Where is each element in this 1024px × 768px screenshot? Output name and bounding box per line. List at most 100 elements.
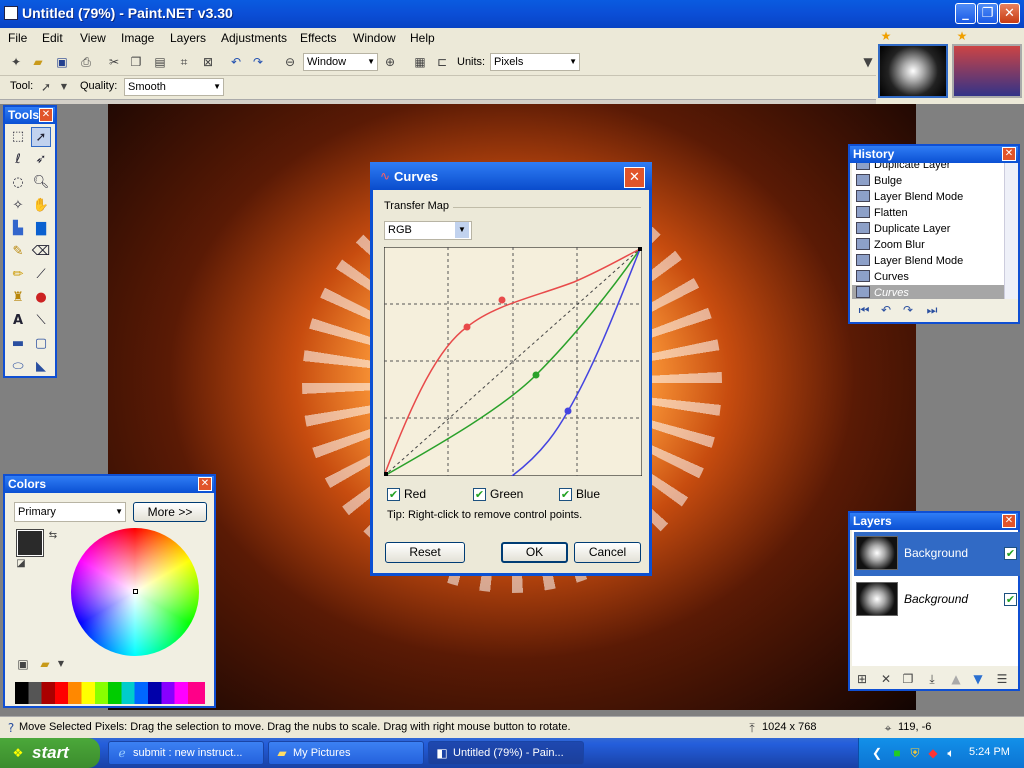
layers-panel-close-button[interactable]: ✕: [1002, 514, 1016, 528]
deselect-icon[interactable]: ⊠: [200, 54, 216, 70]
rectangle-select-tool-icon[interactable]: ⬚: [8, 127, 28, 147]
red-channel-checkbox[interactable]: ✔: [387, 488, 400, 501]
move-pixels-tool-icon[interactable]: ➚: [38, 79, 54, 95]
undo-icon[interactable]: ↶: [878, 302, 894, 318]
security-shield-icon[interactable]: ⛨: [907, 745, 923, 761]
maximize-button[interactable]: ❐: [977, 3, 998, 24]
taskbar-item-my-pictures[interactable]: My Pictures: [268, 741, 424, 765]
pan-hand-tool-icon[interactable]: ✋: [31, 196, 51, 216]
cancel-button[interactable]: Cancel: [574, 542, 641, 563]
toolbar-overflow-icon[interactable]: ▼: [860, 54, 876, 70]
menu-file[interactable]: File: [8, 31, 27, 45]
units-select[interactable]: Pixels ▼: [490, 53, 580, 71]
eraser-tool-icon[interactable]: ⌫: [31, 242, 51, 262]
speaker-icon[interactable]: 🔈︎: [943, 745, 959, 761]
color-mode-select[interactable]: Primary ▼: [14, 502, 126, 522]
zoom-in-icon[interactable]: ⊕: [382, 54, 398, 70]
layer-properties-icon[interactable]: ☰: [994, 671, 1010, 687]
blue-channel-checkbox[interactable]: ✔: [559, 488, 572, 501]
color-picker-tool-icon[interactable]: ⟋: [31, 265, 51, 285]
history-scrollbar[interactable]: [1004, 163, 1018, 299]
curves-dialog-close-button[interactable]: ✕: [624, 167, 645, 188]
palette-swatches[interactable]: [15, 682, 205, 704]
layer-visibility-checkbox[interactable]: ✔: [1004, 547, 1017, 560]
taskbar-item-browser[interactable]: submit : new instruct...: [108, 741, 264, 765]
history-item[interactable]: Bulge: [856, 173, 902, 189]
zoom-mode-select[interactable]: Window ▼: [303, 53, 378, 71]
undo-icon[interactable]: ↶: [228, 54, 244, 70]
chevron-down-icon[interactable]: ▼: [56, 79, 72, 95]
rounded-rectangle-tool-icon[interactable]: ▢: [31, 334, 51, 354]
delete-layer-icon[interactable]: ✕: [878, 671, 894, 687]
red-control-point[interactable]: [463, 323, 471, 331]
layer-row[interactable]: Background ✔: [854, 578, 1020, 622]
palette-icon[interactable]: ▣: [15, 656, 31, 672]
print-icon[interactable]: ⎙: [78, 54, 94, 70]
menu-view[interactable]: View: [80, 31, 106, 45]
image-thumbnail-2[interactable]: [952, 44, 1022, 98]
history-item[interactable]: Curves: [856, 269, 909, 285]
zoom-tool-icon[interactable]: 🔍︎: [31, 173, 51, 193]
paintbrush-tool-icon[interactable]: ✎: [8, 242, 28, 262]
fast-forward-icon[interactable]: ⏭: [924, 302, 940, 318]
save-icon[interactable]: ▣: [54, 54, 70, 70]
menu-image[interactable]: Image: [121, 31, 154, 45]
new-file-icon[interactable]: ✦: [8, 54, 24, 70]
redo-icon[interactable]: ↷: [250, 54, 266, 70]
gradient-tool-icon[interactable]: ▇: [31, 219, 51, 239]
recolor-tool-icon[interactable]: ●: [31, 288, 51, 308]
menu-adjustments[interactable]: Adjustments: [221, 31, 287, 45]
move-selection-tool-icon[interactable]: ➶: [31, 150, 51, 170]
merge-layer-down-icon[interactable]: ⤓: [924, 671, 940, 687]
red-control-point[interactable]: [498, 296, 506, 304]
zoom-out-icon[interactable]: ⊖: [282, 54, 298, 70]
move-selection-tool-icon[interactable]: ➚: [31, 127, 51, 147]
grid-icon[interactable]: ▦: [412, 54, 428, 70]
menu-effects[interactable]: Effects: [300, 31, 336, 45]
duplicate-layer-icon[interactable]: ❐: [900, 671, 916, 687]
cut-icon[interactable]: ✂: [106, 54, 122, 70]
rectangle-tool-icon[interactable]: ▬: [8, 334, 28, 354]
minimize-button[interactable]: _: [955, 3, 976, 24]
rulers-icon[interactable]: ⊏: [434, 54, 450, 70]
add-layer-icon[interactable]: ⊞: [854, 671, 870, 687]
rewind-icon[interactable]: ⏮: [856, 302, 872, 318]
tray-alert-icon[interactable]: ◆: [925, 745, 941, 761]
menu-window[interactable]: Window: [353, 31, 396, 45]
close-button[interactable]: ✕: [999, 3, 1020, 24]
menu-help[interactable]: Help: [410, 31, 435, 45]
history-panel-close-button[interactable]: ✕: [1002, 147, 1016, 161]
reset-colors-icon[interactable]: ◪: [13, 556, 29, 572]
history-item[interactable]: Duplicate Layer: [856, 163, 950, 173]
taskbar-item-paintnet[interactable]: Untitled (79%) - Pain...: [428, 741, 584, 765]
swap-colors-icon[interactable]: ⇆: [45, 528, 61, 544]
history-item[interactable]: Layer Blend Mode: [856, 253, 963, 269]
primary-color-swatch[interactable]: [16, 529, 44, 557]
paste-icon[interactable]: ▤: [152, 54, 168, 70]
line-curve-tool-icon[interactable]: ⟍: [31, 311, 51, 331]
layer-visibility-checkbox[interactable]: ✔: [1004, 593, 1017, 606]
ok-button[interactable]: OK: [501, 542, 568, 563]
clone-stamp-tool-icon[interactable]: ♜: [8, 288, 28, 308]
transfer-mode-select[interactable]: RGB ▼: [384, 221, 472, 240]
ellipse-tool-icon[interactable]: ⬭: [8, 357, 28, 377]
redo-icon[interactable]: ↷: [900, 302, 916, 318]
magic-wand-tool-icon[interactable]: ✧: [8, 196, 28, 216]
endpoint-control-point[interactable]: [384, 472, 388, 476]
tools-panel-close-button[interactable]: ✕: [39, 108, 53, 122]
green-control-point[interactable]: [532, 371, 540, 379]
quality-select[interactable]: Smooth ▼: [124, 78, 224, 96]
curves-graph[interactable]: [384, 247, 642, 476]
paint-bucket-tool-icon[interactable]: ▙: [8, 219, 28, 239]
endpoint-control-point[interactable]: [638, 247, 642, 251]
history-item[interactable]: Layer Blend Mode: [856, 189, 963, 205]
history-item[interactable]: Duplicate Layer: [856, 221, 950, 237]
history-item-selected[interactable]: Curves: [852, 285, 1004, 299]
menu-edit[interactable]: Edit: [42, 31, 63, 45]
palette-folder-icon[interactable]: ▰: [37, 656, 53, 672]
pencil-tool-icon[interactable]: ✏: [8, 265, 28, 285]
green-channel-checkbox[interactable]: ✔: [473, 488, 486, 501]
move-layer-down-icon[interactable]: ▼: [970, 671, 986, 687]
open-folder-icon[interactable]: ▰: [30, 54, 46, 70]
chevron-down-icon[interactable]: ▼: [53, 656, 69, 672]
